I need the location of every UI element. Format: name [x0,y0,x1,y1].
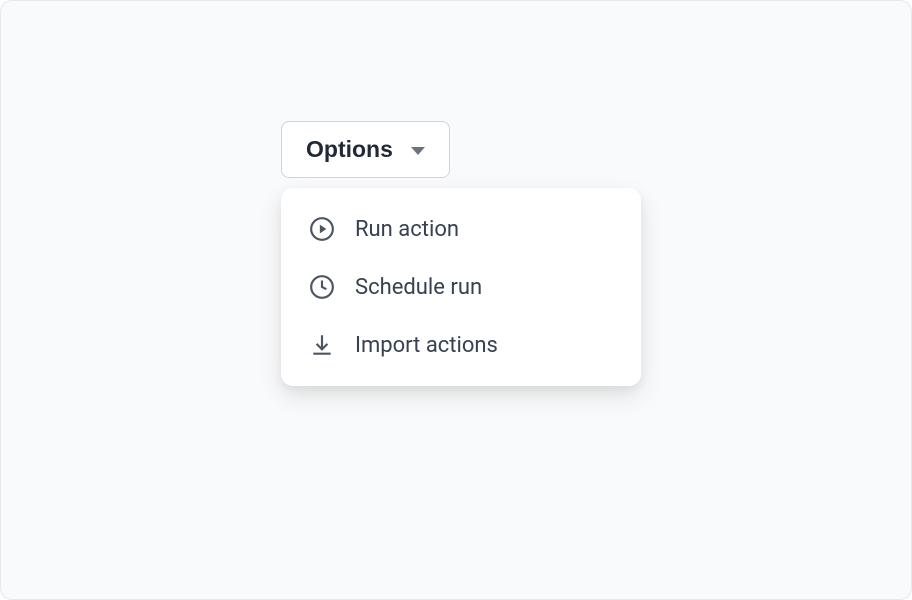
options-button-label: Options [306,136,393,163]
menu-item-run-action[interactable]: Run action [281,200,641,258]
menu-item-label: Import actions [355,333,498,358]
chevron-down-icon [411,147,425,155]
play-circle-icon [309,216,335,242]
menu-item-import-actions[interactable]: Import actions [281,316,641,374]
app-container: Options Run action [0,0,912,600]
clock-icon [309,274,335,300]
options-button[interactable]: Options [281,121,450,178]
menu-item-schedule-run[interactable]: Schedule run [281,258,641,316]
download-icon [309,332,335,358]
menu-item-label: Run action [355,217,459,242]
dropdown-menu: Run action Schedule run [281,188,641,386]
dropdown-wrapper: Options Run action [281,121,641,386]
menu-item-label: Schedule run [355,275,482,300]
